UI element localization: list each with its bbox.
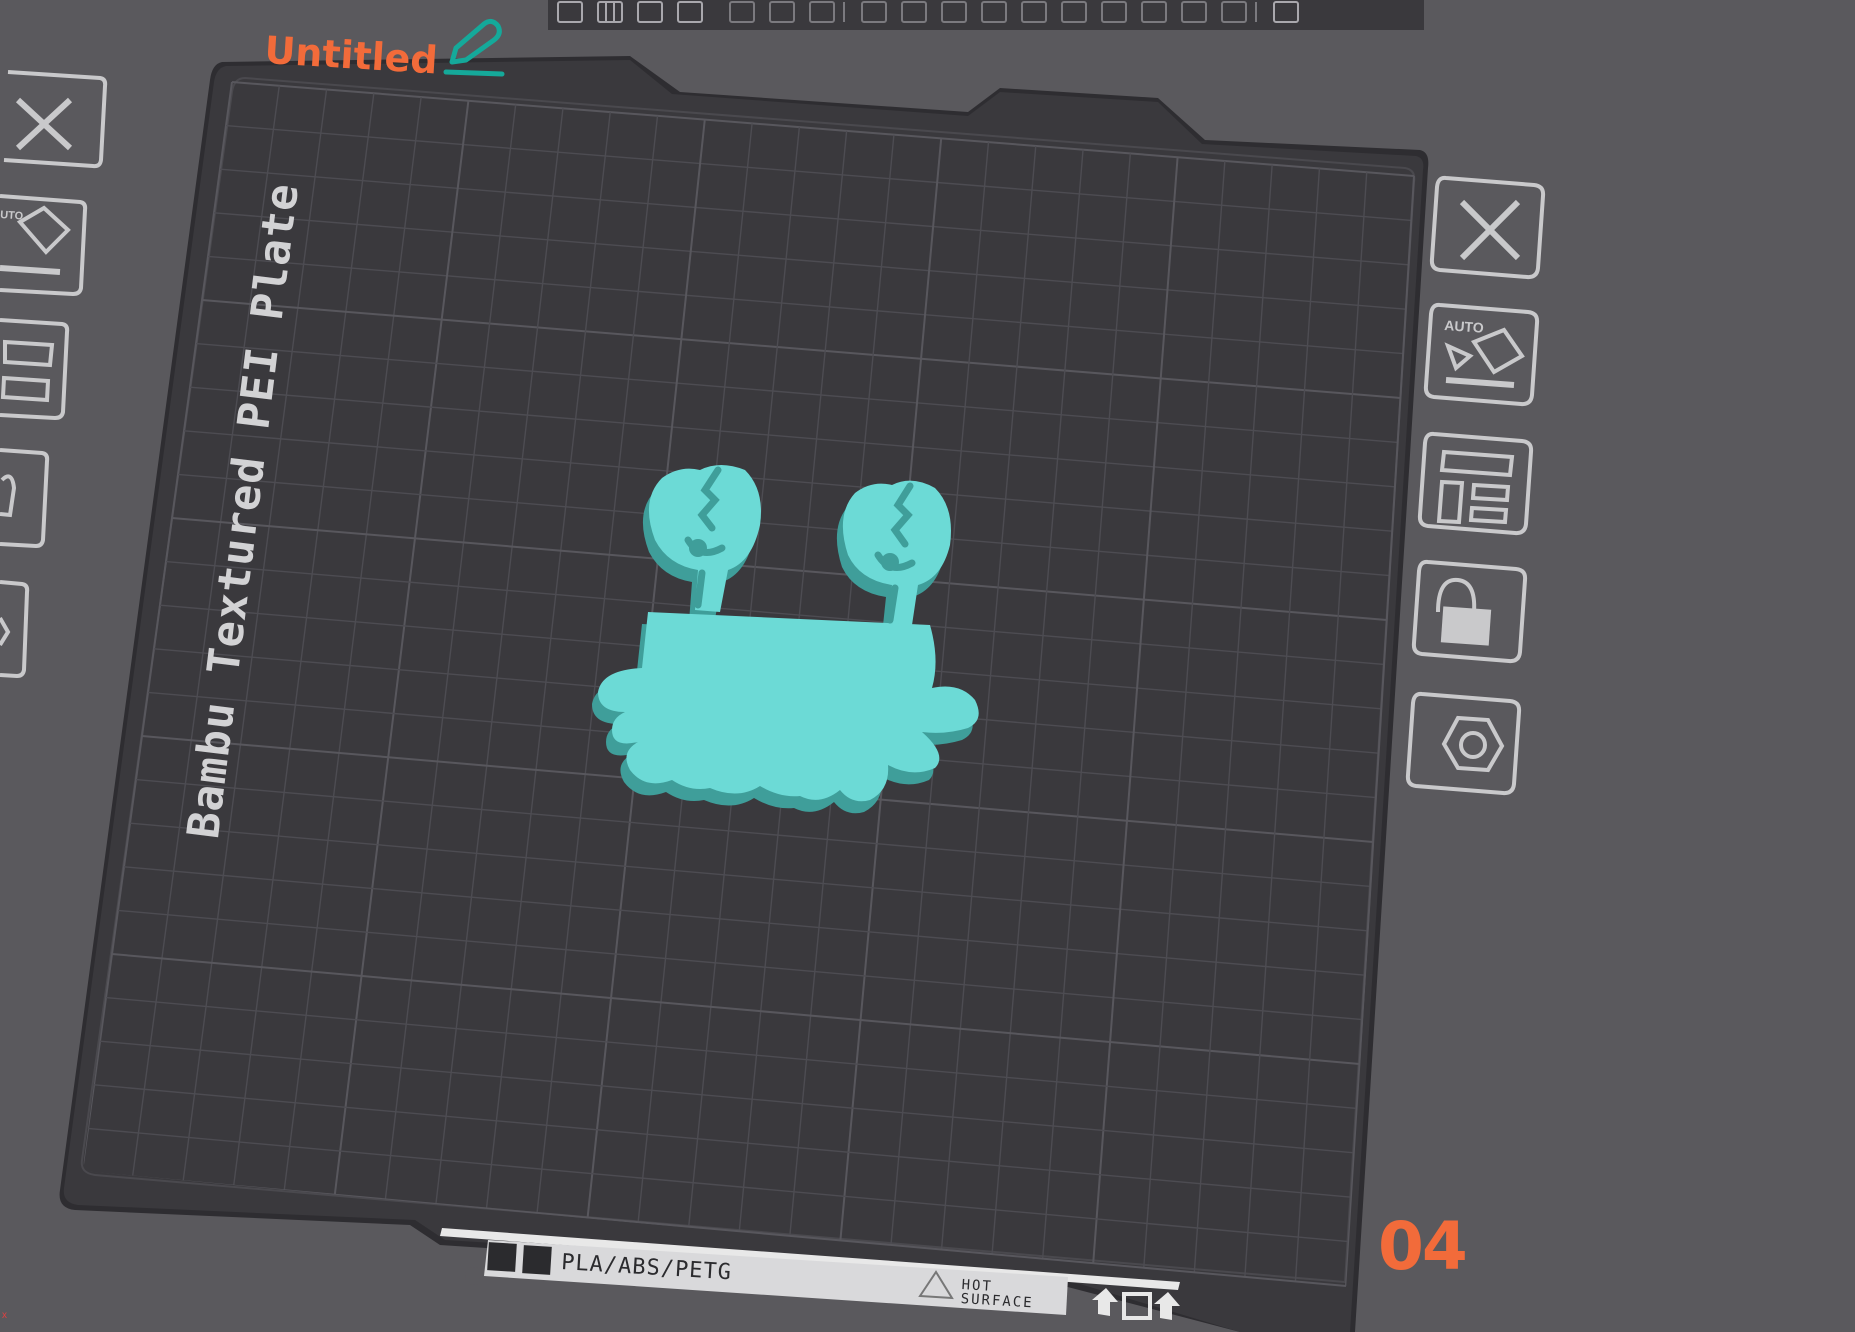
left-plate-lock-button[interactable] [0, 448, 50, 549]
hexagon-settings-icon [1441, 715, 1505, 773]
layout-icon [1439, 449, 1515, 478]
hot-surface-text: HOT SURFACE [960, 1277, 1035, 1312]
unlock-icon [1436, 577, 1492, 646]
arrows-plate-icon [522, 1245, 552, 1275]
close-icon [1459, 199, 1521, 261]
plate-layout-button[interactable] [1417, 431, 1534, 536]
left-plate-toolbar [0, 70, 108, 679]
left-plate-layout-button[interactable] [0, 318, 70, 421]
auto-label: AUTO [1444, 317, 1485, 336]
remove-plate-button[interactable] [1429, 175, 1546, 280]
auto-arrange-icon [1470, 327, 1525, 375]
top-toolbar-bg [548, 0, 1424, 30]
left-plate-settings-button[interactable] [0, 580, 30, 679]
axis-x-marker: x [2, 1310, 7, 1321]
plate-toolbar [1405, 175, 1546, 796]
grid-logo-icon [487, 1242, 517, 1272]
left-plate-remove-button[interactable] [3, 70, 108, 169]
left-auto-label: UTO [0, 209, 24, 223]
pencil-edit-icon[interactable] [442, 18, 506, 80]
plate-settings-button[interactable] [1405, 691, 1522, 796]
lock-plate-button[interactable] [1411, 559, 1528, 664]
surface-line: SURFACE [960, 1290, 1035, 1312]
plate-number[interactable]: 04 [1378, 1208, 1468, 1285]
